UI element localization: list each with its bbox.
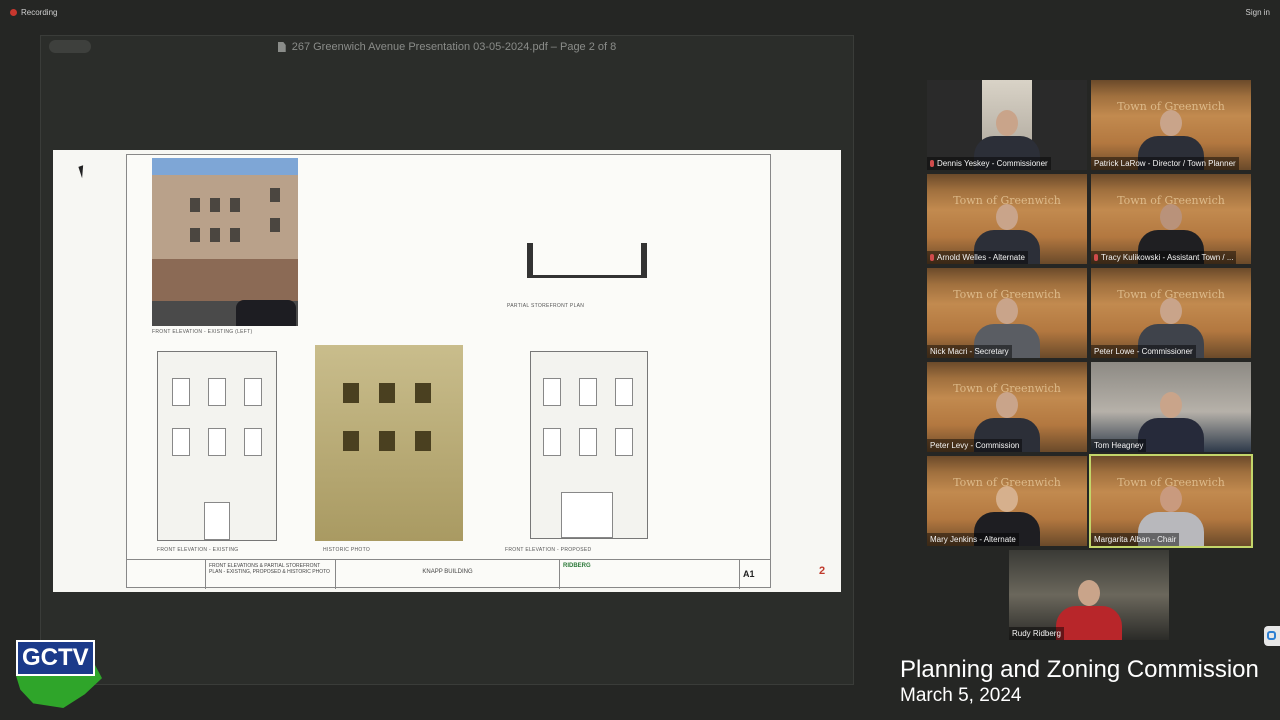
historic-window: [379, 431, 395, 451]
top-bar: Recording Sign in: [0, 0, 1280, 26]
drawing-title-block: FRONT ELEVATIONS & PARTIAL STOREFRONT PL…: [127, 559, 770, 589]
participant-tile[interactable]: Town of Greenwich Tracy Kulikowski - Ass…: [1091, 174, 1251, 264]
participant-tile-active-speaker[interactable]: Town of Greenwich Margarita Alban - Chai…: [1089, 454, 1253, 548]
historic-window: [379, 383, 395, 403]
historic-window: [343, 383, 359, 403]
historic-window: [343, 431, 359, 451]
participant-name: Nick Macri - Secretary: [927, 345, 1012, 358]
photo-window: [190, 198, 200, 212]
participant-name: Rudy Ridberg: [1009, 627, 1064, 640]
elevation-window: [543, 428, 561, 456]
muted-mic-icon: [930, 254, 934, 262]
participant-name: Peter Lowe - Commissioner: [1091, 345, 1196, 358]
meeting-title: Planning and Zoning Commission: [900, 656, 1259, 683]
historic-window: [415, 383, 431, 403]
sign-in-link[interactable]: Sign in: [1246, 8, 1270, 17]
pdf-file-icon: [277, 42, 286, 52]
document-title-bar: 267 Greenwich Avenue Presentation 03-05-…: [41, 36, 853, 58]
participant-name: Tracy Kulikowski - Assistant Town / ...: [1091, 251, 1237, 264]
elevation-door: [204, 502, 230, 540]
elevation-window: [208, 378, 226, 406]
existing-elevation-drawing: [157, 351, 277, 541]
muted-mic-icon: [930, 160, 934, 168]
participant-tile[interactable]: Tom Heagney: [1091, 362, 1251, 452]
elevation-window: [615, 428, 633, 456]
drawing-title: FRONT ELEVATIONS & PARTIAL STOREFRONT PL…: [205, 560, 335, 589]
recording-label: Recording: [21, 8, 58, 17]
elevation-window: [172, 428, 190, 456]
recording-indicator: Recording: [10, 8, 57, 17]
historic-window: [415, 431, 431, 451]
side-panel-toggle[interactable]: [1264, 626, 1280, 646]
participant-name: Peter Levy - Commission: [927, 439, 1023, 452]
caption-front-existing-photo: FRONT ELEVATION - EXISTING (LEFT): [152, 329, 253, 335]
participant-name: Patrick LaRow - Director / Town Planner: [1091, 157, 1239, 170]
participant-tile[interactable]: Town of Greenwich Patrick LaRow - Direct…: [1091, 80, 1251, 170]
participant-tile[interactable]: Town of Greenwich Peter Levy - Commissio…: [927, 362, 1087, 452]
photo-window: [190, 228, 200, 242]
partial-storefront-plan-drawing: [527, 239, 647, 278]
elevation-window: [579, 428, 597, 456]
caption-partial-plan: PARTIAL STOREFRONT PLAN: [507, 303, 585, 309]
participant-name: Margarita Alban - Chair: [1091, 533, 1180, 546]
participant-tile[interactable]: Town of Greenwich Nick Macri - Secretary: [927, 268, 1087, 358]
elevation-window: [615, 378, 633, 406]
muted-mic-icon: [1094, 254, 1098, 262]
recording-dot-icon: [10, 9, 17, 16]
document-title: 267 Greenwich Avenue Presentation 03-05-…: [291, 41, 617, 53]
elevation-window: [244, 378, 262, 406]
caption-elevation-existing: FRONT ELEVATION - EXISTING: [157, 547, 239, 553]
participant-name: Dennis Yeskey - Commissioner: [927, 157, 1051, 170]
photo-window: [270, 218, 280, 232]
existing-building-photo: [152, 158, 298, 326]
proposed-elevation-drawing: [530, 351, 648, 539]
firm-name: RIDBERG: [559, 560, 689, 589]
participant-tile[interactable]: Town of Greenwich Arnold Welles - Altern…: [927, 174, 1087, 264]
elevation-window: [172, 378, 190, 406]
photo-window: [210, 198, 220, 212]
parked-car: [236, 300, 296, 326]
participant-tile[interactable]: Rudy Ridberg: [1009, 550, 1169, 640]
project-name: KNAPP BUILDING: [335, 560, 559, 589]
meeting-date: March 5, 2024: [900, 685, 1022, 706]
participant-name: Tom Heagney: [1091, 439, 1147, 452]
participant-tile[interactable]: Town of Greenwich Peter Lowe - Commissio…: [1091, 268, 1251, 358]
elevation-window: [579, 378, 597, 406]
elevation-window: [543, 378, 561, 406]
elevation-window: [208, 428, 226, 456]
elevation-storefront: [561, 492, 613, 538]
participant-tile[interactable]: Dennis Yeskey - Commissioner: [927, 80, 1087, 170]
participant-name: Arnold Welles - Alternate: [927, 251, 1028, 264]
page-marker: 2: [819, 565, 826, 577]
sheet-number: A1: [739, 560, 770, 589]
drawing-sheet: FRONT ELEVATION - EXISTING (LEFT) PARTIA…: [126, 154, 771, 589]
photo-window: [230, 228, 240, 242]
photo-window: [270, 188, 280, 202]
caption-historic-photo: HISTORIC PHOTO: [323, 547, 371, 553]
logo-text: GCTV: [16, 640, 95, 676]
participant-tile[interactable]: Town of Greenwich Mary Jenkins - Alterna…: [927, 456, 1087, 546]
window-control-pill[interactable]: [49, 40, 91, 53]
photo-window: [230, 198, 240, 212]
panel-icon: [1267, 631, 1276, 640]
elevation-window: [244, 428, 262, 456]
historic-photo: [315, 345, 463, 541]
caption-elevation-proposed: FRONT ELEVATION - PROPOSED: [505, 547, 592, 553]
photo-window: [210, 228, 220, 242]
broadcast-lower-third: Planning and Zoning Commission March 5, …: [900, 656, 1259, 708]
pdf-page: FRONT ELEVATION - EXISTING (LEFT) PARTIA…: [53, 150, 841, 592]
participant-name: Mary Jenkins - Alternate: [927, 533, 1019, 546]
gctv-logo: GCTV: [14, 640, 106, 710]
